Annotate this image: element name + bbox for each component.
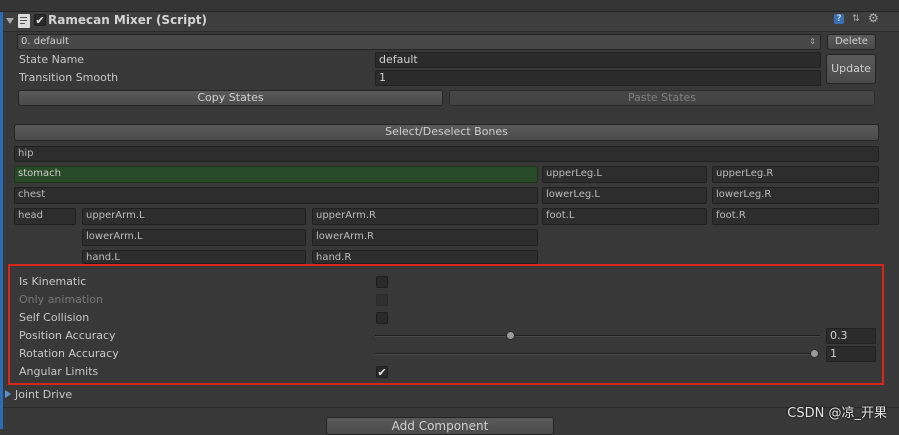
component-title: Ramecan Mixer (Script) [48, 13, 208, 27]
delete-button[interactable]: Delete [827, 34, 876, 50]
angular-limits-checkbox[interactable]: ✔ [376, 366, 388, 378]
window-accent-edge [0, 12, 3, 429]
only-animation-checkbox[interactable] [376, 294, 388, 306]
self-collision-label: Self Collision [19, 311, 90, 324]
bone-hip[interactable]: hip [14, 146, 879, 162]
position-accuracy-input[interactable]: 0.3 [826, 328, 876, 344]
script-icon [18, 14, 30, 28]
bone-stomach[interactable]: stomach [14, 166, 538, 183]
highlight-box [8, 264, 884, 385]
rotation-accuracy-slider-knob[interactable] [810, 349, 819, 358]
gear-icon[interactable]: ⚙ [868, 12, 879, 24]
divider [3, 407, 899, 408]
bone-foot-r[interactable]: foot.R [712, 208, 879, 225]
bone-lowerleg-r[interactable]: lowerLeg.R [712, 187, 879, 204]
bone-upperleg-r[interactable]: upperLeg.R [712, 166, 879, 183]
paste-states-button[interactable]: Paste States [449, 90, 875, 106]
joint-drive-label[interactable]: Joint Drive [15, 388, 72, 401]
bone-upperarm-r[interactable]: upperArm.R [312, 208, 538, 225]
rotation-accuracy-label: Rotation Accuracy [19, 347, 119, 360]
add-component-button[interactable]: Add Component [326, 417, 554, 435]
foldout-arrow-icon[interactable] [6, 18, 14, 24]
rotation-accuracy-slider-track[interactable] [375, 353, 820, 355]
only-animation-label: Only animation [19, 293, 103, 306]
bone-chest[interactable]: chest [14, 187, 538, 204]
state-name-label: State Name [19, 53, 85, 66]
self-collision-checkbox[interactable] [376, 312, 388, 324]
position-accuracy-slider-knob[interactable] [505, 331, 515, 340]
state-name-input[interactable]: default [375, 52, 821, 68]
transition-smooth-label: Transition Smooth [19, 71, 119, 84]
bone-foot-l[interactable]: foot.L [542, 208, 707, 225]
bone-lowerleg-l[interactable]: lowerLeg.L [542, 187, 707, 204]
select-deselect-bones-button[interactable]: Select/Deselect Bones [14, 124, 879, 141]
top-strip [0, 0, 899, 12]
is-kinematic-checkbox[interactable] [376, 276, 388, 288]
help-icon[interactable]: ? [834, 14, 844, 24]
state-dropdown-value: 0. default [21, 36, 69, 47]
position-accuracy-label: Position Accuracy [19, 329, 116, 342]
bone-hand-r[interactable]: hand.R [312, 250, 538, 264]
bone-head[interactable]: head [14, 208, 76, 225]
csdn-watermark: CSDN @凉_开果 [787, 406, 887, 421]
position-accuracy-slider-track[interactable] [375, 335, 820, 337]
state-dropdown[interactable]: 0. default ⇕ [17, 34, 821, 50]
dropdown-arrows-icon: ⇕ [809, 37, 816, 46]
update-button[interactable]: Update [826, 54, 876, 84]
copy-states-button[interactable]: Copy States [18, 90, 443, 106]
joint-drive-foldout-icon[interactable] [5, 390, 11, 398]
is-kinematic-label: Is Kinematic [19, 275, 87, 288]
bone-upperarm-l[interactable]: upperArm.L [82, 208, 306, 225]
bone-hand-l[interactable]: hand.L [82, 250, 306, 264]
rotation-accuracy-input[interactable]: 1 [826, 346, 876, 362]
bone-upperleg-l[interactable]: upperLeg.L [542, 166, 707, 183]
component-enabled-checkbox[interactable]: ✔ [34, 14, 46, 26]
bone-lowerarm-l[interactable]: lowerArm.L [82, 229, 306, 246]
presets-icon[interactable]: ⇅ [851, 14, 861, 24]
angular-limits-label: Angular Limits [19, 365, 99, 378]
bone-lowerarm-r[interactable]: lowerArm.R [312, 229, 538, 246]
transition-smooth-input[interactable]: 1 [375, 70, 821, 86]
